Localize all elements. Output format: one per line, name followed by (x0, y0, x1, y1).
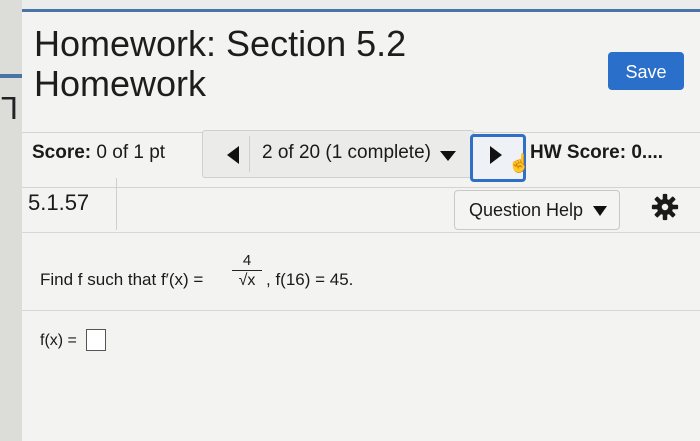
answer-label: f(x) = (40, 332, 77, 349)
problem-text-start: Find f such that f′(x) = (40, 270, 204, 289)
navigator-divider (249, 136, 250, 172)
page-title-line1: Homework: Section 5.2 (34, 23, 407, 64)
problem-text-end: , f(16) = 45. (266, 270, 354, 289)
hand-cursor-icon: ☝ (508, 153, 531, 173)
left-accent-bar (0, 74, 22, 78)
fraction: 4 √x (232, 252, 262, 290)
score-text: Score: 0 of 1 pt (32, 142, 165, 164)
fraction-denominator: √x (238, 272, 256, 289)
question-help-button[interactable]: Question Help (454, 190, 620, 230)
section-divider (22, 232, 700, 233)
question-position-dropdown[interactable]: 2 of 20 (1 complete) (262, 142, 431, 164)
left-triangle-icon[interactable] (227, 146, 239, 164)
homework-page: Homework: Section 5.2 Homework Save Scor… (22, 12, 700, 441)
page-title: Homework: Section 5.2 Homework (34, 24, 554, 104)
gear-icon[interactable] (650, 192, 680, 222)
question-help-label: Question Help (469, 200, 584, 220)
question-id: 5.1.57 (28, 190, 90, 215)
right-triangle-icon[interactable] (490, 146, 502, 164)
score-value: 0 of 1 pt (96, 142, 166, 163)
left-gutter (0, 0, 22, 441)
caret-down-icon (593, 206, 607, 216)
score-label: Score: (32, 142, 92, 163)
answer-input[interactable] (86, 329, 106, 351)
fraction-bar (232, 270, 262, 271)
left-edge-glyph: ᒣ (0, 93, 19, 126)
save-button[interactable]: Save (608, 52, 684, 90)
caret-down-icon[interactable] (440, 151, 456, 161)
fraction-numerator: 4 (242, 252, 252, 269)
page-title-line2: Homework (34, 63, 207, 104)
answer-divider (22, 310, 700, 311)
hw-score-text: HW Score: 0.... (530, 142, 664, 163)
